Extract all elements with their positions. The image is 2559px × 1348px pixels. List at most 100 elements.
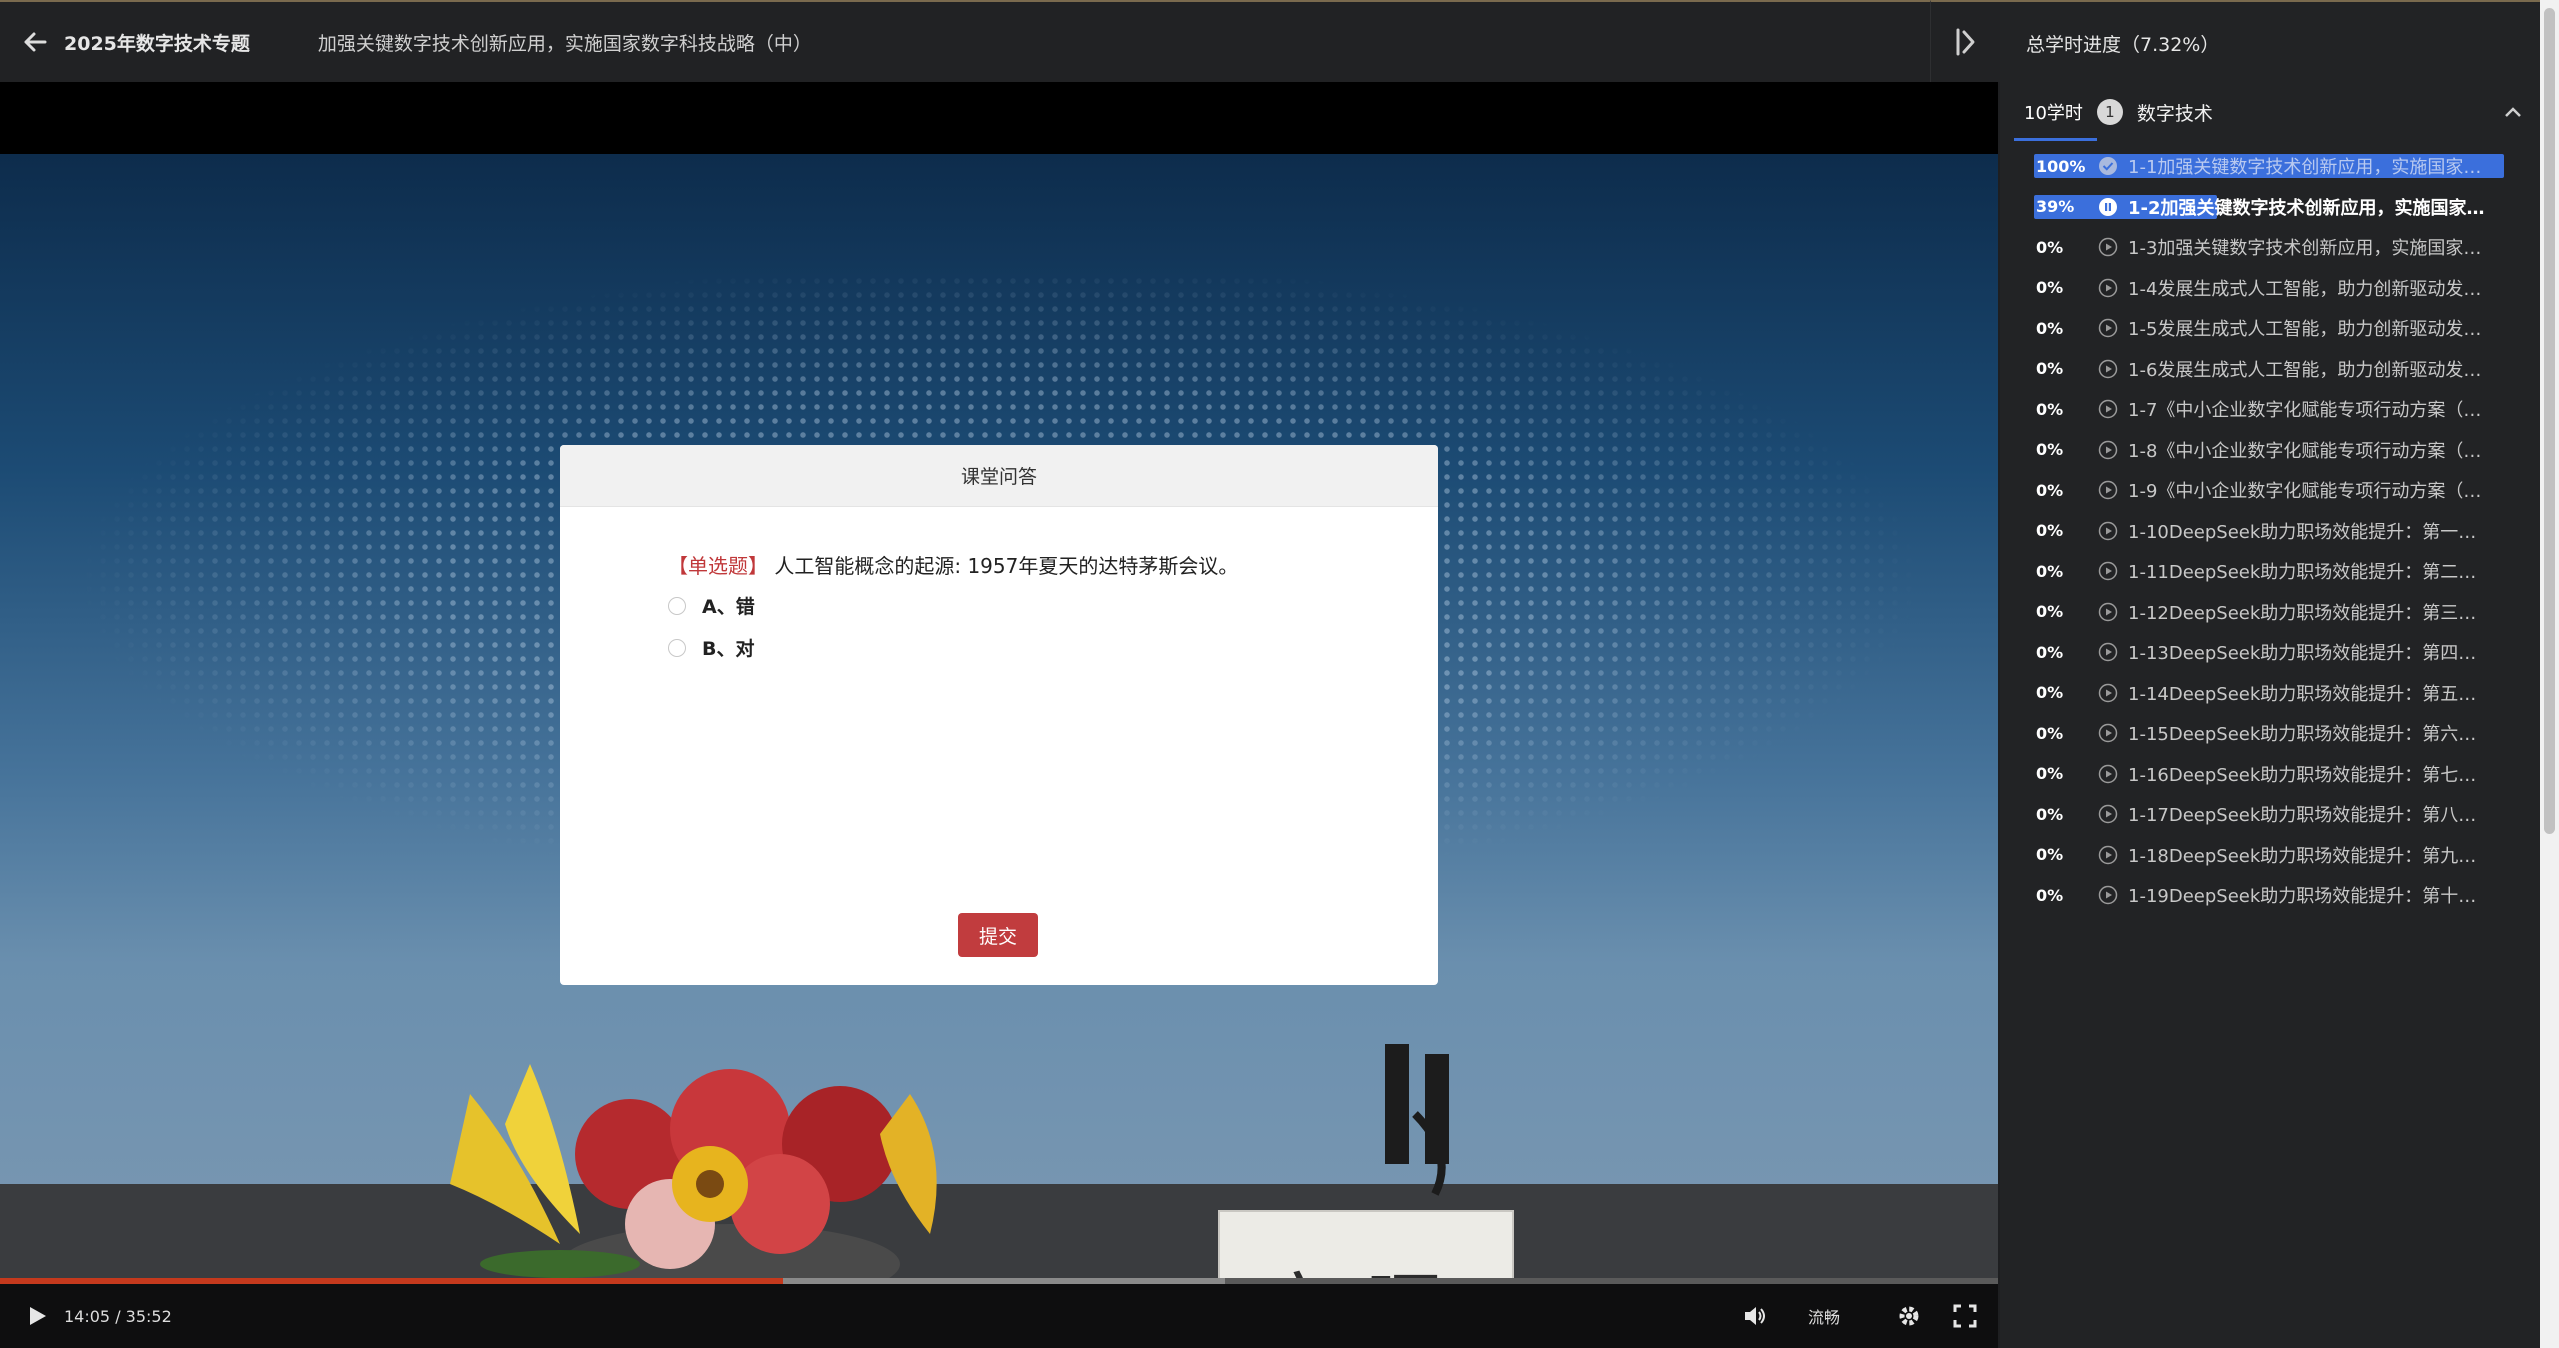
lesson-item[interactable]: 0% 1-4发展生成式人工智能，助力创新驱动发… [2000, 268, 2540, 309]
lesson-item[interactable]: 0% 1-13DeepSeek助力职场效能提升：第四… [2000, 632, 2540, 673]
lesson-item[interactable]: 0% 1-7《中小企业数字化赋能专项行动方案（… [2000, 389, 2540, 430]
option-b[interactable]: B、对 [668, 634, 754, 661]
submit-button[interactable]: 提交 [958, 913, 1038, 957]
lesson-title: 1-3加强关键数字技术创新应用，实施国家… [2128, 238, 2482, 260]
time-display: 14:05 / 35:52 [64, 1306, 172, 1326]
play-circle-icon [2098, 642, 2118, 662]
play-circle-icon [2098, 683, 2118, 703]
lesson-title: 1-5发展生成式人工智能，助力创新驱动发… [2128, 319, 2482, 341]
lesson-title: 1-19DeepSeek助力职场效能提升：第十… [2128, 886, 2477, 908]
play-circle-icon [2098, 480, 2118, 500]
lesson-title: 1-12DeepSeek助力职场效能提升：第三… [2128, 602, 2477, 624]
lesson-item[interactable]: 0% 1-19DeepSeek助力职场效能提升：第十… [2000, 875, 2540, 916]
play-circle-icon [2098, 804, 2118, 824]
lesson-title: 1-6发展生成式人工智能，助力创新驱动发… [2128, 359, 2482, 381]
course-title: 加强关键数字技术创新应用，实施国家数字科技战略（中） [317, 32, 812, 55]
lesson-item[interactable]: 0% 1-11DeepSeek助力职场效能提升：第二… [2000, 551, 2540, 592]
lesson-percent: 0% [2036, 642, 2064, 662]
lesson-item[interactable]: 0% 1-15DeepSeek助力职场效能提升：第六… [2000, 713, 2540, 754]
top-header: 2025年数字技术专题 加强关键数字技术创新应用，实施国家数字科技战略（中） [0, 0, 1930, 82]
lesson-percent: 0% [2036, 764, 2064, 784]
play-circle-icon [2098, 561, 2118, 581]
quiz-dialog-title: 课堂问答 [560, 445, 1438, 507]
play-circle-icon [2098, 440, 2118, 460]
lesson-item[interactable]: 0% 1-16DeepSeek助力职场效能提升：第七… [2000, 754, 2540, 795]
chevron-up-icon[interactable] [2504, 104, 2522, 118]
video-controls: 14:05 / 35:52 流畅 [0, 1284, 1998, 1348]
pause-circle-icon [2098, 197, 2118, 217]
play-circle-icon [2098, 318, 2118, 338]
lesson-percent: 0% [2036, 237, 2064, 257]
lesson-title: 1-9《中小企业数字化赋能专项行动方案（… [2128, 481, 2482, 503]
quiz-dialog: 课堂问答 【单选题】 人工智能概念的起源: 1957年夏天的达特茅斯会议。 A、… [560, 445, 1438, 985]
lesson-item[interactable]: 100% 1-1加强关键数字技术创新应用，实施国家… [2000, 146, 2540, 187]
lesson-item[interactable]: 0% 1-8《中小企业数字化赋能专项行动方案（… [2000, 430, 2540, 471]
lesson-percent: 0% [2036, 885, 2064, 905]
total-progress-label: 总学时进度（7.32%） [2026, 33, 2220, 56]
lesson-title: 1-13DeepSeek助力职场效能提升：第四… [2128, 643, 2477, 665]
lesson-percent: 100% [2036, 156, 2086, 176]
controls-right: 流畅 [1712, 1284, 1978, 1348]
question-type-label: 【单选题】 [668, 554, 768, 578]
radio-button[interactable] [668, 638, 686, 657]
lesson-percent: 0% [2036, 804, 2064, 824]
lesson-percent: 0% [2036, 683, 2064, 703]
lesson-percent: 0% [2036, 480, 2064, 500]
back-arrow-icon[interactable] [22, 29, 48, 55]
special-topic-title: 2025年数字技术专题 [64, 32, 250, 55]
flower-arrangement [450, 1064, 937, 1294]
play-circle-icon [2098, 764, 2118, 784]
lesson-item[interactable]: 0% 1-12DeepSeek助力职场效能提升：第三… [2000, 592, 2540, 633]
lesson-title: 1-2加强关键数字技术创新应用，实施国家… [2128, 197, 2485, 219]
chapter-name: 数字技术 [2136, 102, 2213, 125]
lesson-title: 1-17DeepSeek助力职场效能提升：第八… [2128, 805, 2477, 827]
lesson-percent: 0% [2036, 399, 2064, 419]
lesson-item[interactable]: 0% 1-17DeepSeek助力职场效能提升：第八… [2000, 794, 2540, 835]
check-circle-icon [2098, 156, 2118, 176]
lesson-percent: 0% [2036, 278, 2064, 298]
play-circle-icon [2098, 399, 2118, 419]
lesson-percent: 0% [2036, 521, 2064, 541]
toggle-sidebar-button[interactable] [1930, 0, 2000, 82]
quality-selector[interactable]: 流畅 [1808, 1304, 1840, 1328]
lesson-item[interactable]: 0% 1-18DeepSeek助力职场效能提升：第九… [2000, 835, 2540, 876]
play-icon[interactable] [26, 1305, 48, 1327]
option-label: B、对 [702, 638, 755, 660]
scrollbar-thumb[interactable] [2544, 8, 2555, 834]
lesson-item[interactable]: 39% 1-2加强关键数字技术创新应用，实施国家… [2000, 187, 2540, 228]
lesson-percent: 0% [2036, 440, 2064, 460]
play-circle-icon [2098, 359, 2118, 379]
scrollbar[interactable] [2540, 0, 2559, 1348]
lesson-title: 1-15DeepSeek助力职场效能提升：第六… [2128, 724, 2477, 746]
lesson-item[interactable]: 0% 1-3加强关键数字技术创新应用，实施国家… [2000, 227, 2540, 268]
play-circle-icon [2098, 723, 2118, 743]
fullscreen-icon[interactable] [1952, 1303, 1978, 1329]
lesson-title: 1-16DeepSeek助力职场效能提升：第七… [2128, 764, 2477, 786]
lesson-title: 1-7《中小企业数字化赋能专项行动方案（… [2128, 400, 2482, 422]
volume-icon[interactable] [1742, 1303, 1768, 1329]
lesson-title: 1-14DeepSeek助力职场效能提升：第五… [2128, 683, 2477, 705]
lesson-item[interactable]: 0% 1-5发展生成式人工智能，助力创新驱动发… [2000, 308, 2540, 349]
lesson-title: 1-11DeepSeek助力职场效能提升：第二… [2128, 562, 2477, 584]
lesson-percent: 0% [2036, 845, 2064, 865]
lesson-title: 1-4发展生成式人工智能，助力创新驱动发… [2128, 278, 2482, 300]
option-label: A、错 [702, 596, 755, 618]
lesson-list: 100% 1-1加强关键数字技术创新应用，实施国家… 39% 1-2加强关键数字技术创… [2000, 146, 2540, 916]
lesson-item[interactable]: 0% 1-14DeepSeek助力职场效能提升：第五… [2000, 673, 2540, 714]
option-a[interactable]: A、错 [668, 592, 755, 619]
chapter-number-badge: 1 [2096, 99, 2123, 125]
settings-gear-icon[interactable] [1896, 1303, 1922, 1329]
lesson-title: 1-8《中小企业数字化赋能专项行动方案（… [2128, 440, 2482, 462]
radio-button[interactable] [668, 596, 686, 615]
lesson-percent: 0% [2036, 561, 2064, 581]
lesson-item[interactable]: 0% 1-9《中小企业数字化赋能专项行动方案（… [2000, 470, 2540, 511]
question-text: 人工智能概念的起源: 1957年夏天的达特茅斯会议。 [774, 554, 1239, 578]
lesson-item[interactable]: 0% 1-10DeepSeek助力职场效能提升：第一… [2000, 511, 2540, 552]
chapter-header[interactable]: 10学时 1 数字技术 [2000, 84, 2540, 141]
lesson-percent: 39% [2036, 197, 2075, 217]
play-circle-icon [2098, 845, 2118, 865]
lesson-item[interactable]: 0% 1-6发展生成式人工智能，助力创新驱动发… [2000, 349, 2540, 390]
lesson-percent: 0% [2036, 723, 2064, 743]
lesson-percent: 0% [2036, 318, 2064, 338]
lesson-percent: 0% [2036, 359, 2064, 379]
